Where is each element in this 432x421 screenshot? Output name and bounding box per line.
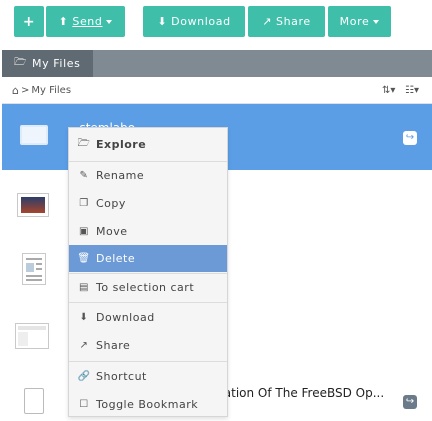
share-button[interactable]: ↗ Share	[248, 6, 325, 37]
tab-label: My Files	[32, 57, 81, 70]
view-toggle-icon[interactable]: ☷▾	[405, 85, 419, 96]
breadcrumb-separator: >	[20, 84, 30, 96]
folder-icon	[20, 125, 48, 145]
home-icon[interactable]: ⌂	[12, 84, 19, 97]
menu-item-toggle-bookmark[interactable]: ☐ Toggle Bookmark	[69, 391, 227, 418]
move-icon: ▣	[79, 226, 89, 237]
menu-item-download[interactable]: ⬇ Download	[69, 304, 227, 331]
folder-open-icon: 🗁	[77, 138, 91, 149]
download-label: Download	[171, 15, 231, 28]
screenshot-thumbnail	[15, 323, 49, 349]
menu-item-label: Toggle Bookmark	[96, 398, 199, 411]
share-icon: ↗	[79, 340, 89, 351]
copy-icon: ❐	[79, 198, 89, 209]
menu-item-move[interactable]: ▣ Move	[69, 218, 227, 245]
download-icon: ⬇	[79, 312, 89, 323]
chevron-down-icon	[373, 19, 380, 24]
menu-item-label: Explore	[96, 138, 147, 151]
menu-separator	[69, 361, 227, 362]
breadcrumb-item-my-files[interactable]: My Files	[31, 85, 71, 96]
more-label: More	[339, 15, 370, 28]
share-label: Share	[276, 15, 311, 28]
link-icon: 🔗	[77, 371, 91, 382]
tab-bar: 🗁 My Files	[2, 50, 432, 77]
menu-item-copy[interactable]: ❐ Copy	[69, 190, 227, 217]
download-icon: ⬇	[157, 15, 168, 28]
menu-item-share[interactable]: ↗ Share	[69, 332, 227, 359]
menu-item-label: Download	[96, 311, 155, 324]
menu-item-label: Shortcut	[96, 370, 147, 383]
document-thumbnail	[22, 253, 46, 285]
send-label: Send	[72, 15, 103, 28]
send-button[interactable]: ⬆ Send	[46, 6, 125, 37]
context-menu: 🗁 Explore ✎ Rename ❐ Copy ▣ Move 🗑 Delet…	[68, 127, 228, 417]
shortcut-icon[interactable]: ↪	[403, 395, 417, 409]
add-button[interactable]: +	[14, 6, 44, 37]
menu-item-label: Copy	[96, 197, 126, 210]
bookmark-icon: ☐	[79, 399, 89, 410]
folder-open-icon: 🗁	[14, 57, 27, 68]
menu-item-explore[interactable]: 🗁 Explore	[69, 131, 227, 158]
menu-item-rename[interactable]: ✎ Rename	[69, 162, 227, 189]
tab-my-files[interactable]: 🗁 My Files	[2, 50, 93, 77]
menu-separator	[69, 302, 227, 303]
plus-icon: +	[22, 13, 36, 30]
breadcrumb: ⌂ > My Files ⇅▾ ☷▾	[2, 77, 432, 104]
pencil-icon: ✎	[79, 170, 89, 181]
trash-icon: 🗑	[77, 253, 91, 264]
menu-item-label: To selection cart	[96, 281, 195, 294]
chevron-down-icon	[106, 19, 113, 24]
sort-icon[interactable]: ⇅▾	[382, 85, 395, 96]
menu-item-label: Delete	[96, 252, 136, 265]
menu-item-shortcut[interactable]: 🔗 Shortcut	[69, 363, 227, 390]
shortcut-icon[interactable]: ↪	[403, 131, 417, 145]
upload-icon: ⬆	[58, 15, 69, 28]
menu-item-label: Share	[96, 339, 131, 352]
download-button[interactable]: ⬇ Download	[143, 6, 245, 37]
menu-item-label: Move	[96, 225, 128, 238]
more-button[interactable]: More	[328, 6, 391, 37]
menu-item-selection-cart[interactable]: ▤ To selection cart	[69, 274, 227, 301]
menu-item-label: Rename	[96, 169, 145, 182]
generic-file-icon	[24, 388, 44, 414]
share-icon: ↗	[262, 15, 273, 28]
menu-item-delete[interactable]: 🗑 Delete	[69, 245, 227, 272]
image-thumbnail	[17, 193, 49, 217]
basket-icon: ▤	[79, 282, 89, 293]
